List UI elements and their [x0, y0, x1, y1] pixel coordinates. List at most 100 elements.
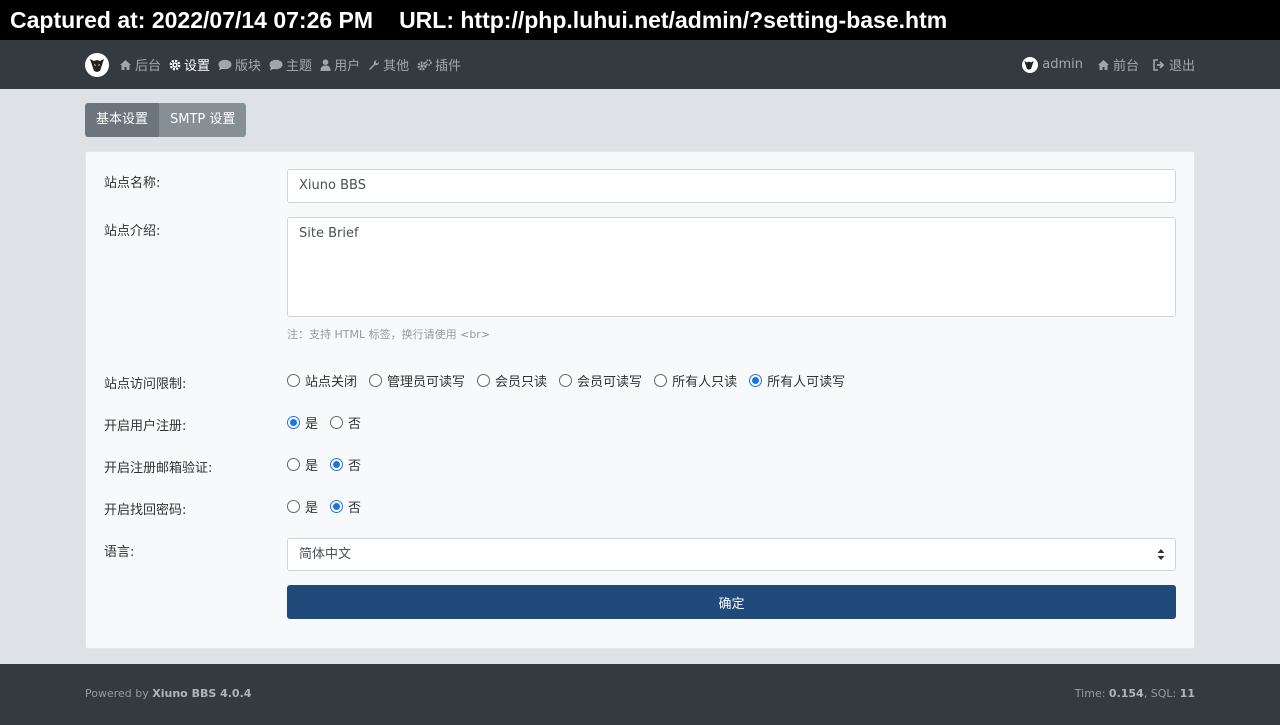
nav-item-settings[interactable]: 设置 [169, 55, 210, 74]
nav-item-label: 用户 [334, 59, 361, 74]
gear-icon [169, 59, 181, 70]
nav-item-frontend[interactable]: 前台 [1097, 55, 1139, 74]
nav-item-forums[interactable]: 版块 [218, 55, 261, 74]
radio-button[interactable] [654, 374, 668, 387]
radio-register-no[interactable]: 否 [330, 413, 361, 432]
radio-admin-rw[interactable]: 管理员可读写 [369, 371, 465, 390]
wrench-icon [369, 59, 380, 70]
find-password-radios: 是 否 [287, 497, 373, 516]
nav-item-admin-user[interactable]: admin [1022, 56, 1083, 73]
radio-all-rw[interactable]: 所有人可读写 [749, 371, 845, 390]
find-password-label: 开启找回密码: [104, 503, 187, 518]
powered-prefix: Powered by [85, 687, 153, 700]
nav-item-logout[interactable]: 退出 [1153, 55, 1195, 74]
radio-label: 所有人可读写 [767, 375, 846, 390]
radio-button[interactable] [287, 374, 300, 387]
access-limit-radios: 站点关闭 管理员可读写 会员只读 会员可读写 所有人只读 所有人可读写 [287, 371, 857, 390]
sql-prefix: , SQL: [1143, 687, 1180, 700]
site-name-label: 站点名称: [104, 176, 161, 191]
access-limit-label: 站点访问限制: [104, 377, 187, 392]
email-verify-label: 开启注册邮箱验证: [104, 461, 213, 476]
capture-url: URL: http://php.luhui.net/admin/?setting… [399, 7, 948, 33]
nav-right-menu: admin 前台 退出 [1008, 55, 1195, 74]
nav-item-label: 版块 [235, 59, 262, 74]
radio-label: 是 [305, 501, 319, 516]
nav-item-label: admin [1042, 57, 1083, 72]
radio-label: 是 [305, 459, 319, 474]
radio-label: 会员只读 [495, 375, 548, 390]
radio-email-verify-no[interactable]: 否 [330, 455, 361, 474]
sql-value: 11 [1179, 687, 1195, 700]
radio-register-yes[interactable]: 是 [287, 413, 318, 432]
radio-label: 站点关闭 [305, 375, 358, 390]
radio-member-read[interactable]: 会员只读 [477, 371, 547, 390]
radio-button[interactable] [330, 500, 344, 513]
radio-find-password-no[interactable]: 否 [330, 497, 361, 516]
sign-out-icon [1153, 58, 1165, 71]
footer-stats: Time: 0.154, SQL: 11 [1075, 687, 1195, 700]
radio-label: 是 [305, 417, 319, 432]
radio-label: 所有人只读 [672, 375, 738, 390]
gears-icon [417, 58, 432, 71]
user-register-label: 开启用户注册: [104, 419, 187, 434]
radio-button[interactable] [330, 458, 344, 471]
radio-label: 管理员可读写 [387, 375, 466, 390]
nav-item-threads[interactable]: 主题 [269, 55, 312, 74]
time-prefix: Time: [1074, 687, 1109, 700]
site-brief-textarea[interactable]: Site Brief [287, 217, 1176, 317]
radio-email-verify-yes[interactable]: 是 [287, 455, 318, 474]
radio-label: 否 [348, 459, 362, 474]
site-name-input[interactable]: Xiuno BBS [287, 169, 1176, 203]
home-icon [1097, 59, 1109, 70]
capture-time: Captured at: 2022/07/14 07:26 PM [10, 7, 374, 33]
logo-icon[interactable] [85, 52, 109, 77]
user-register-radios: 是 否 [287, 413, 373, 432]
settings-tabs: 基本设置 SMTP 设置 [85, 103, 247, 137]
radio-button[interactable] [369, 374, 383, 387]
capture-banner: Captured at: 2022/07/14 07:26 PM URL: htt… [0, 0, 1280, 40]
nav-item-label: 后台 [135, 59, 162, 74]
radio-label: 否 [348, 501, 362, 516]
footer-powered-by: Powered by Xiuno BBS 4.0.4 [85, 687, 251, 700]
nav-item-users[interactable]: 用户 [320, 55, 360, 74]
nav-item-label: 退出 [1168, 59, 1195, 74]
site-brief-hint: 注：支持 HTML 标签，换行请使用 <br> [287, 328, 491, 341]
language-selected-value: 简体中文 [299, 547, 352, 562]
submit-button[interactable]: 确定 [287, 585, 1176, 619]
powered-link[interactable]: Xiuno BBS 4.0.4 [152, 687, 251, 700]
radio-button[interactable] [287, 458, 300, 471]
avatar [1022, 56, 1039, 73]
language-select[interactable]: 简体中文 [287, 538, 1176, 571]
footer: Powered by Xiuno BBS 4.0.4 Time: 0.154, … [0, 664, 1280, 725]
radio-label: 会员可读写 [577, 375, 643, 390]
radio-button[interactable] [559, 374, 573, 387]
nav-item-other[interactable]: 其他 [368, 55, 409, 74]
radio-button[interactable] [287, 416, 300, 429]
home-icon [120, 59, 131, 70]
user-icon [320, 58, 331, 71]
tab-smtp-settings[interactable]: SMTP 设置 [159, 103, 247, 137]
radio-site-closed[interactable]: 站点关闭 [287, 371, 357, 390]
radio-find-password-yes[interactable]: 是 [287, 497, 318, 516]
nav-item-label: 其他 [383, 59, 410, 74]
radio-all-read[interactable]: 所有人只读 [654, 371, 737, 390]
nav-item-label: 主题 [286, 59, 313, 74]
site-brief-label: 站点介绍: [104, 224, 161, 239]
time-value: 0.154 [1108, 687, 1144, 700]
nav-item-label: 前台 [1112, 59, 1139, 74]
settings-form-card: 站点名称: Xiuno BBS 站点介绍: Site Brief 注：支持 HT… [85, 151, 1195, 649]
nav-item-backend[interactable]: 后台 [119, 55, 161, 74]
radio-label: 否 [348, 417, 362, 432]
comment-icon [218, 59, 232, 70]
radio-button[interactable] [477, 374, 491, 387]
top-navbar: 后台 设置 版块 主题 用户 其他 插件 admin 前台 退出 [0, 40, 1280, 89]
tab-basic-settings[interactable]: 基本设置 [85, 103, 160, 137]
radio-button[interactable] [287, 500, 300, 513]
radio-member-rw[interactable]: 会员可读写 [559, 371, 642, 390]
radio-button[interactable] [330, 416, 344, 429]
nav-item-plugins[interactable]: 插件 [417, 55, 461, 74]
nav-item-label: 插件 [435, 59, 462, 74]
radio-button[interactable] [749, 374, 763, 387]
email-verify-radios: 是 否 [287, 455, 373, 474]
language-label: 语言: [104, 545, 135, 560]
